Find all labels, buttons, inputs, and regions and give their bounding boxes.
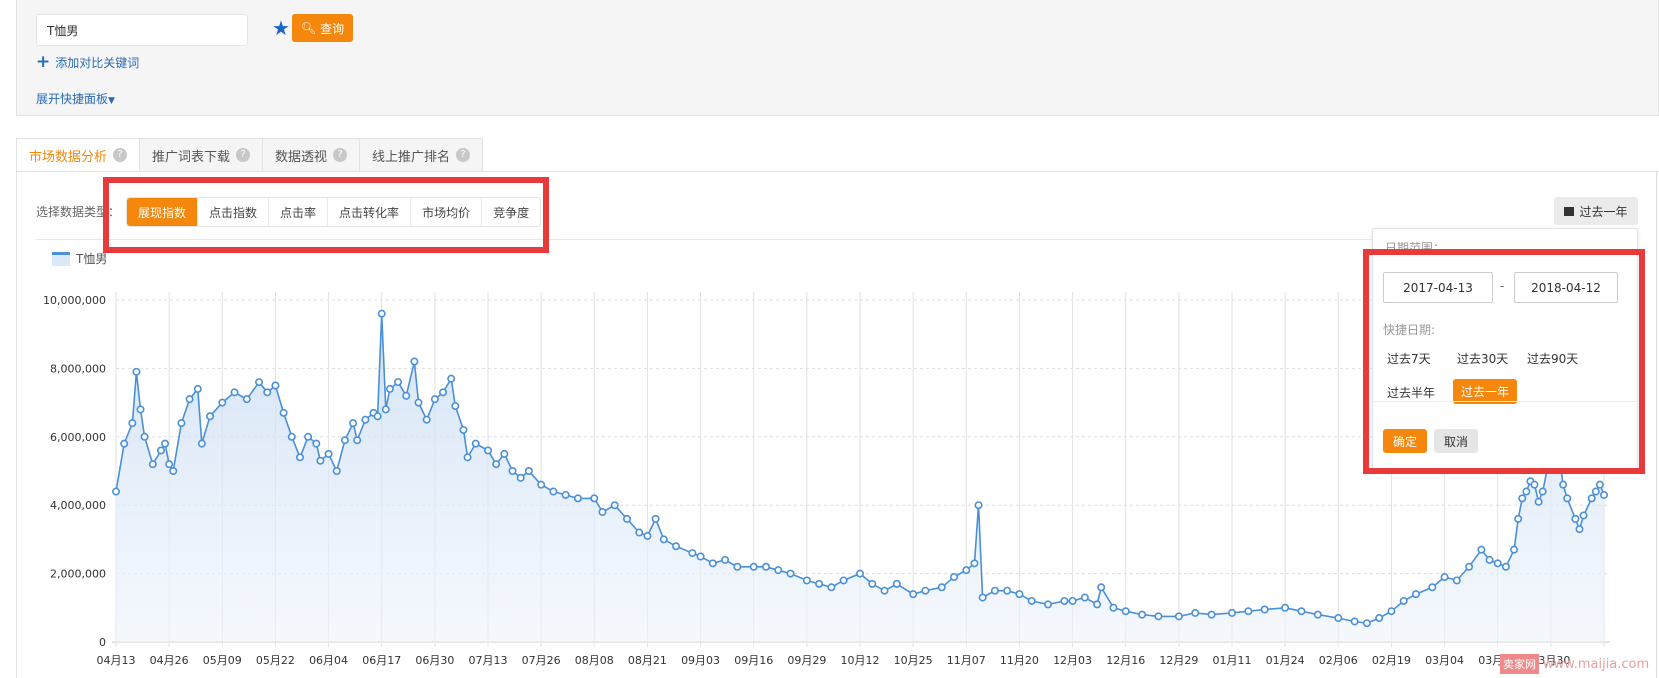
caret-down-icon: ▼ bbox=[108, 96, 115, 106]
tab-label: 数据透视 bbox=[275, 149, 328, 165]
tab-label: 推广词表下载 bbox=[152, 149, 231, 165]
highlight-box-data-type bbox=[103, 177, 549, 253]
tab-label: 线上推广排名 bbox=[372, 149, 451, 165]
help-icon[interactable]: ? bbox=[333, 148, 348, 162]
legend-swatch bbox=[52, 251, 70, 266]
query-label: 查询 bbox=[320, 21, 345, 36]
date-range-button[interactable]: 过去一年 bbox=[1554, 197, 1638, 225]
tab-market-analysis[interactable]: 市场数据分析? bbox=[16, 138, 141, 172]
help-icon[interactable]: ? bbox=[456, 148, 471, 162]
help-icon[interactable]: ? bbox=[113, 148, 128, 162]
chart-legend[interactable]: T恤男 bbox=[52, 250, 107, 267]
query-button[interactable]: 🔍︎ 查询 bbox=[292, 14, 353, 42]
search-icon: 🔍︎ bbox=[300, 21, 317, 35]
tab-online-ranking[interactable]: 线上推广排名? bbox=[359, 138, 484, 172]
add-compare-keyword-link[interactable]: + 添加对比关键词 bbox=[36, 52, 139, 72]
calendar-icon bbox=[1564, 206, 1575, 216]
tab-keyword-download[interactable]: 推广词表下载? bbox=[139, 138, 264, 172]
expand-panel-link[interactable]: 展开快捷面板▼ bbox=[36, 90, 115, 107]
help-icon[interactable]: ? bbox=[236, 148, 251, 162]
tab-data-pivot[interactable]: 数据透视? bbox=[262, 138, 361, 172]
divider bbox=[1656, 171, 1657, 678]
search-panel bbox=[16, 0, 1659, 116]
tab-label: 市场数据分析 bbox=[29, 149, 108, 165]
watermark-logo: 卖家网 bbox=[1500, 654, 1539, 674]
date-range-label: 过去一年 bbox=[1579, 204, 1628, 219]
expand-panel-label: 展开快捷面板 bbox=[36, 92, 109, 106]
watermark: 卖家网 www.maijia.com bbox=[1500, 654, 1649, 674]
watermark-text: www.maijia.com bbox=[1543, 656, 1650, 672]
tab-bar: 市场数据分析? 推广词表下载? 数据透视? 线上推广排名? bbox=[16, 138, 484, 172]
keyword-input[interactable] bbox=[36, 14, 248, 46]
add-compare-label: 添加对比关键词 bbox=[55, 55, 140, 70]
plus-icon: + bbox=[36, 52, 51, 72]
highlight-box-date-range bbox=[1363, 249, 1645, 474]
star-icon[interactable]: ★ bbox=[272, 16, 290, 40]
